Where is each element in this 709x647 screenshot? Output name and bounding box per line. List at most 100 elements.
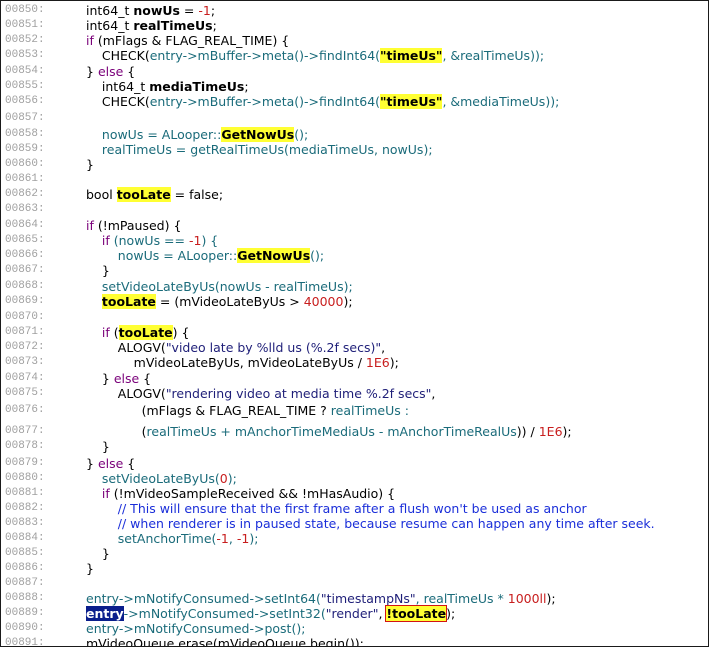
code-token: ; — [210, 3, 216, 18]
code-token: else — [97, 64, 124, 79]
code-token: ( — [86, 424, 147, 439]
code-text: (mFlags & FLAG_REAL_TIME ? realTimeUs : — [86, 403, 409, 418]
code-text: } — [86, 439, 110, 454]
code-line: 00872: ALOGV("video late by %lld us (%.2… — [1, 340, 708, 355]
line-number: 00860: — [5, 158, 45, 170]
line-number: 00859: — [5, 143, 45, 155]
line-number: 00853: — [5, 49, 45, 61]
code-token: (mFlags & FLAG_REAL_TIME) { — [97, 33, 290, 48]
code-line: 00865: if (nowUs == -1) { — [1, 233, 708, 248]
code-token: { — [123, 456, 136, 471]
code-token: if — [86, 233, 114, 248]
code-line: 00871: if (tooLate) { — [1, 325, 708, 340]
code-token: ) { — [201, 233, 219, 248]
code-token: realTimeUs = getRealTimeUs(mediaTimeUs, … — [86, 142, 433, 157]
code-token: tooLate — [116, 187, 171, 202]
code-token: } — [86, 439, 110, 454]
code-token: GetNowUs — [221, 127, 295, 142]
code-token: ); — [389, 355, 399, 370]
line-number: 00884: — [5, 532, 45, 544]
code-token: tooLate — [118, 325, 173, 340]
line-number: 00861: — [5, 173, 45, 185]
code-token: // when renderer is in paused state, bec… — [86, 516, 655, 531]
code-token: ); — [446, 606, 456, 621]
code-token: if — [86, 218, 98, 233]
line-number: 00887: — [5, 577, 45, 589]
code-token: int64_t — [86, 18, 134, 33]
line-number: 00855: — [5, 80, 45, 92]
code-text: } — [86, 157, 94, 172]
line-number: 00850: — [5, 4, 45, 16]
code-token: { — [139, 371, 152, 386]
code-token: // This will ensure that the first frame… — [86, 501, 587, 516]
code-text: if (nowUs == -1) { — [86, 233, 218, 248]
code-line: 00850: int64_t nowUs = -1; — [1, 3, 708, 18]
code-text: } — [86, 561, 94, 576]
line-number: 00890: — [5, 622, 45, 634]
code-token: if — [86, 325, 114, 340]
code-token: !tooLate — [385, 605, 448, 622]
code-token: setAnchorTime( — [86, 531, 217, 546]
code-token: realTimeUs — [133, 18, 213, 33]
code-token: } — [86, 456, 98, 471]
code-line: 00851: int64_t realTimeUs; — [1, 18, 708, 33]
code-line: 00855: int64_t mediaTimeUs; — [1, 79, 708, 94]
code-token: realTimeUs + mAnchorTimeMediaUs - mAncho… — [146, 424, 517, 439]
code-line: 00888: entry->mNotifyConsumed->setInt64("… — [1, 591, 708, 606]
code-token: "render" — [325, 606, 379, 621]
code-text: ALOGV("rendering video at media time %.2… — [86, 386, 436, 401]
code-token: ); — [227, 471, 237, 486]
line-number: 00858: — [5, 128, 45, 140]
code-token: } — [86, 371, 114, 386]
code-token: = false; — [170, 187, 224, 202]
code-text: } else { — [86, 456, 135, 471]
line-number: 00875: — [5, 387, 45, 399]
code-text: } — [86, 546, 110, 561]
line-number: 00866: — [5, 249, 45, 261]
code-token[interactable]: entry — [86, 606, 124, 621]
code-token: = — [179, 3, 199, 18]
line-number: 00862: — [5, 188, 45, 200]
line-number: 00889: — [5, 607, 45, 619]
code-token: "timestampNs" — [320, 591, 416, 606]
code-line: 00886:} — [1, 561, 708, 576]
code-text: int64_t realTimeUs; — [86, 18, 217, 33]
code-token: else — [113, 371, 140, 386]
code-token: ; — [244, 79, 249, 94]
code-line: 00883: // when renderer is in paused sta… — [1, 516, 708, 531]
code-line: 00858: nowUs = ALooper::GetNowUs(); — [1, 127, 708, 142]
line-number: 00883: — [5, 517, 45, 529]
line-number: 00880: — [5, 472, 45, 484]
code-token: , realTimeUs * — [415, 591, 508, 606]
code-token: -1 — [198, 3, 211, 18]
code-token: "rendering video at media time %.2f secs… — [165, 386, 432, 401]
code-token: ); — [546, 591, 556, 606]
code-token: entry->mBuffer->meta()->findInt64( — [149, 94, 381, 109]
code-token: else — [97, 456, 124, 471]
code-token: ( — [113, 325, 119, 340]
code-token: ); — [562, 424, 572, 439]
code-text: CHECK(entry->mBuffer->meta()->findInt64(… — [86, 48, 544, 63]
code-text: if (tooLate) { — [86, 325, 189, 340]
code-line: 00880: setVideoLateByUs(0); — [1, 471, 708, 486]
code-text: int64_t mediaTimeUs; — [86, 79, 249, 94]
code-token: int64_t — [86, 79, 150, 94]
code-text: entry->mNotifyConsumed->post(); — [86, 621, 305, 636]
code-line: 00881: if (!mVideoSampleReceived && !mHa… — [1, 486, 708, 501]
code-token: ); — [343, 294, 353, 309]
code-text: bool tooLate = false; — [86, 187, 223, 202]
code-token: ) { — [172, 325, 190, 340]
code-line: 00864: if (!mPaused) { — [1, 218, 708, 233]
code-text: setVideoLateByUs(nowUs - realTimeUs); — [86, 279, 353, 294]
code-token: setVideoLateByUs( — [86, 471, 220, 486]
code-text: (realTimeUs + mAnchorTimeMediaUs - mAnch… — [86, 424, 572, 439]
code-line: 00891: mVideoQueue.erase(mVideoQueue.begi… — [1, 636, 708, 646]
code-token: } — [86, 263, 110, 278]
code-text: if (mFlags & FLAG_REAL_TIME) { — [86, 33, 289, 48]
code-text: ALOGV("video late by %lld us (%.2f secs)… — [86, 340, 385, 355]
code-token: "timeUs" — [380, 48, 443, 63]
code-token: bool — [86, 187, 117, 202]
code-token: (nowUs == — [113, 233, 189, 248]
code-token: CHECK( — [86, 94, 150, 109]
code-token: entry->mNotifyConsumed->post(); — [86, 621, 306, 636]
